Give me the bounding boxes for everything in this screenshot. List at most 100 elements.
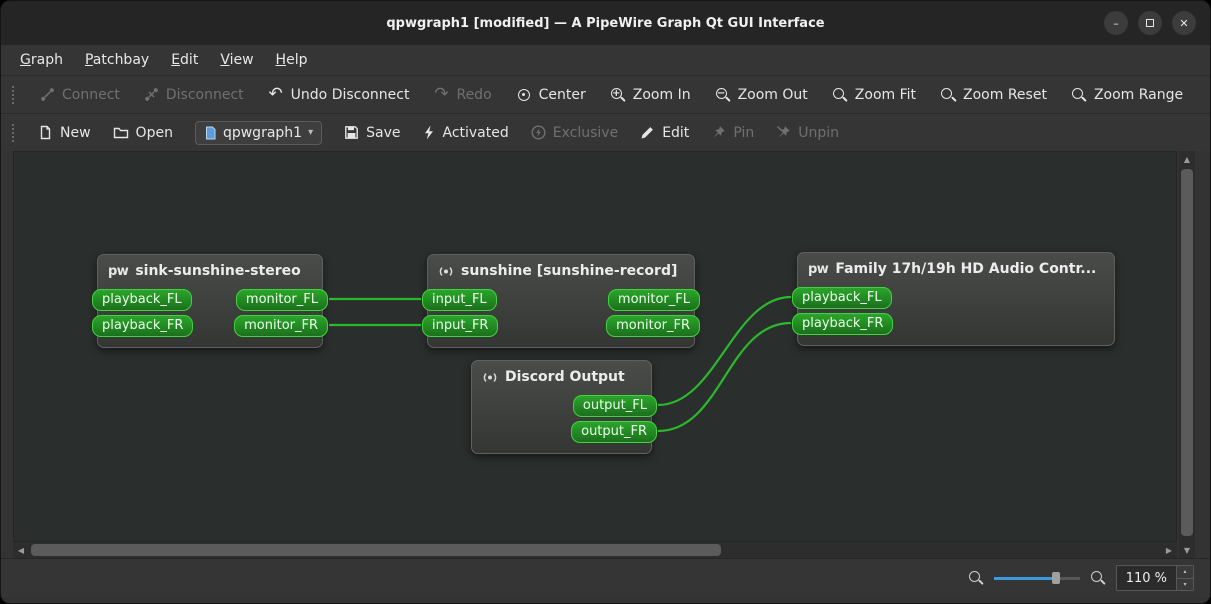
statusbar: 110 % ▴ ▾	[1, 558, 1210, 597]
save-button[interactable]: Save	[344, 125, 400, 141]
connect-icon	[41, 88, 54, 101]
spin-up-button[interactable]: ▴	[1177, 566, 1193, 579]
node-title: Discord Output	[505, 369, 625, 385]
zoom-reset-button[interactable]: Zoom Reset	[940, 87, 1047, 103]
port-output-fr[interactable]: output_FR	[571, 421, 657, 443]
chevron-down-icon: ▾	[308, 127, 314, 138]
port-monitor-fl[interactable]: monitor_FL	[235, 289, 328, 311]
patchbay-file-icon	[205, 126, 216, 139]
menu-graph[interactable]: Graph	[9, 48, 74, 72]
zoom-in-indicator-icon[interactable]	[1090, 570, 1106, 586]
zoom-reset-label: Zoom Reset	[963, 86, 1047, 103]
undo-label: Undo Disconnect	[290, 86, 410, 103]
unpin-label: Unpin	[798, 124, 839, 141]
close-icon: ✕	[1179, 16, 1189, 30]
port-playback-fr[interactable]: playback_FR	[92, 315, 194, 337]
vertical-scrollbar-thumb[interactable]	[1181, 169, 1193, 536]
center-label: Center	[538, 86, 586, 103]
connect-button[interactable]: Connect	[40, 87, 120, 103]
port-input-fl[interactable]: input_FL	[422, 289, 497, 311]
patchbay-combobox[interactable]: qpwgraph1 ▾	[194, 120, 323, 145]
node-title: sink-sunshine-stereo	[135, 263, 301, 279]
minimize-button[interactable]: –	[1104, 11, 1128, 35]
unpin-button[interactable]: Unpin	[776, 125, 839, 141]
lightning-icon	[425, 125, 434, 140]
port-playback-fr[interactable]: playback_FR	[792, 313, 894, 335]
horizontal-scrollbar-thumb[interactable]	[31, 544, 721, 556]
zoom-in-button[interactable]: + Zoom In	[610, 87, 691, 103]
scroll-up-arrow[interactable]: ▲	[1179, 151, 1195, 167]
zoom-slider[interactable]	[993, 570, 1080, 586]
zoom-value[interactable]: 110 %	[1117, 566, 1176, 590]
node-sunshine-record[interactable]: sunshine [sunshine-record] input_FL moni…	[422, 254, 700, 348]
menu-view[interactable]: View	[209, 48, 264, 72]
open-folder-icon	[113, 127, 128, 139]
node-family-hd-audio[interactable]: pw Family 17h/19h HD Audio Contr... play…	[792, 252, 1115, 346]
pencil-icon	[641, 127, 654, 139]
window-controls: – ✕	[1104, 11, 1196, 35]
open-button[interactable]: Open	[113, 125, 173, 141]
menubar: Graph Patchbay Edit View Help	[1, 45, 1210, 75]
toolbar-grip[interactable]	[11, 84, 16, 105]
redo-button[interactable]: ↷ Redo	[433, 86, 492, 103]
exclusive-toggle[interactable]: Exclusive	[531, 125, 618, 141]
zoom-slider-fill	[993, 577, 1056, 580]
center-button[interactable]: Center	[516, 87, 586, 103]
save-icon	[345, 126, 359, 139]
disconnect-icon	[144, 88, 158, 101]
menu-patchbay[interactable]: Patchbay	[74, 48, 160, 72]
maximize-icon	[1146, 19, 1154, 27]
canvas-area: pw sink-sunshine-stereo playback_FL moni…	[13, 151, 1195, 558]
zoom-fit-icon	[832, 87, 848, 103]
vertical-scrollbar[interactable]: ▲ ▼	[1179, 151, 1195, 558]
pin-label: Pin	[733, 124, 755, 141]
zoom-in-label: Zoom In	[632, 86, 691, 103]
qpwgraph-window: qpwgraph1 [modified] — A PipeWire Graph …	[0, 0, 1211, 604]
port-monitor-fr[interactable]: monitor_FR	[234, 315, 328, 337]
node-discord-output[interactable]: Discord Output output_FL output_FR	[471, 360, 657, 454]
port-monitor-fl[interactable]: monitor_FL	[607, 289, 700, 311]
zoom-out-icon: −	[715, 87, 731, 103]
disconnect-button[interactable]: Disconnect	[144, 87, 244, 103]
close-button[interactable]: ✕	[1172, 11, 1196, 35]
scroll-right-arrow[interactable]: ▶	[1161, 542, 1177, 558]
zoom-range-icon	[1071, 87, 1087, 103]
titlebar[interactable]: qpwgraph1 [modified] — A PipeWire Graph …	[1, 1, 1210, 45]
pipewire-icon: pw	[108, 263, 129, 279]
new-button[interactable]: New	[38, 125, 91, 141]
spin-down-button[interactable]: ▾	[1177, 578, 1193, 590]
port-input-fr[interactable]: input_FR	[422, 315, 499, 337]
undo-icon: ↶	[268, 84, 283, 104]
port-monitor-fr[interactable]: monitor_FR	[606, 315, 700, 337]
disconnect-label: Disconnect	[165, 86, 244, 103]
maximize-button[interactable]	[1138, 11, 1162, 35]
zoom-slider-handle[interactable]	[1051, 572, 1060, 584]
port-playback-fl[interactable]: playback_FL	[792, 287, 892, 309]
zoom-spinbox[interactable]: 110 % ▴ ▾	[1115, 565, 1194, 591]
scroll-left-arrow[interactable]: ◀	[13, 542, 29, 558]
redo-label: Redo	[456, 86, 492, 103]
toolbar-grip[interactable]	[11, 122, 16, 143]
zoom-out-indicator-icon[interactable]	[968, 570, 984, 586]
menu-edit[interactable]: Edit	[160, 48, 209, 72]
port-playback-fl[interactable]: playback_FL	[92, 289, 192, 311]
horizontal-scrollbar[interactable]: ◀ ▶	[13, 542, 1177, 558]
port-output-fl[interactable]: output_FL	[572, 395, 657, 417]
zoom-reset-icon	[940, 87, 956, 103]
menu-help[interactable]: Help	[265, 48, 319, 72]
zoom-range-button[interactable]: Zoom Range	[1071, 87, 1183, 103]
zoom-out-label: Zoom Out	[737, 86, 808, 103]
graph-canvas[interactable]: pw sink-sunshine-stereo playback_FL moni…	[13, 151, 1177, 542]
undo-disconnect-button[interactable]: ↶ Undo Disconnect	[268, 84, 410, 104]
zoom-out-button[interactable]: − Zoom Out	[715, 87, 808, 103]
window-title: qpwgraph1 [modified] — A PipeWire Graph …	[386, 15, 825, 31]
activated-toggle[interactable]: Activated	[422, 125, 509, 141]
node-sink-sunshine-stereo[interactable]: pw sink-sunshine-stereo playback_FL moni…	[92, 254, 328, 348]
edit-toggle[interactable]: Edit	[640, 125, 689, 141]
new-file-icon	[40, 125, 51, 140]
pin-button[interactable]: Pin	[711, 125, 754, 141]
exclusive-icon	[531, 125, 546, 140]
scroll-down-arrow[interactable]: ▼	[1179, 542, 1195, 558]
audio-app-icon	[439, 266, 453, 276]
zoom-fit-button[interactable]: Zoom Fit	[832, 87, 916, 103]
